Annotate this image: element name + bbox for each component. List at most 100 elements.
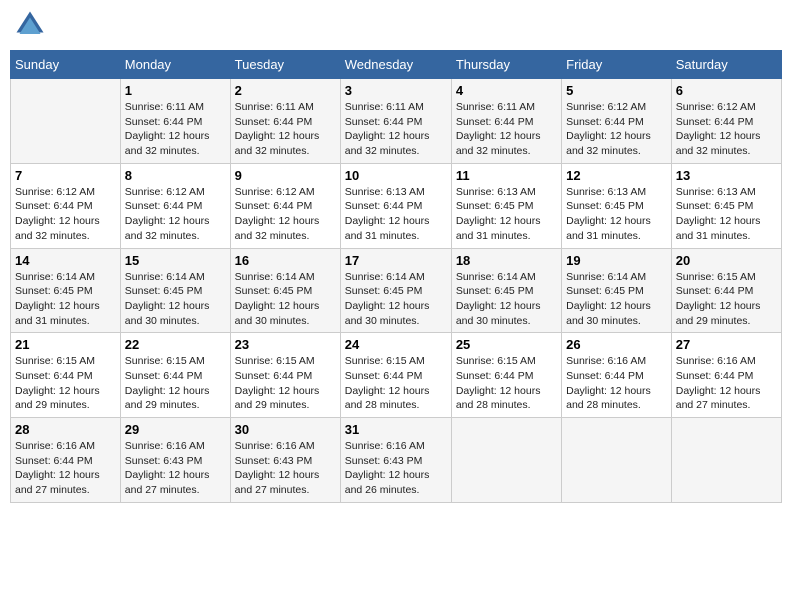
calendar-cell xyxy=(562,418,672,503)
calendar-cell: 6 Sunrise: 6:12 AMSunset: 6:44 PMDaylight… xyxy=(671,79,781,164)
day-info: Sunrise: 6:12 AMSunset: 6:44 PMDaylight:… xyxy=(235,185,336,244)
day-number: 14 xyxy=(15,253,116,268)
calendar-cell: 18 Sunrise: 6:14 AMSunset: 6:45 PMDayligh… xyxy=(451,248,561,333)
day-number: 6 xyxy=(676,83,777,98)
logo-icon xyxy=(15,10,45,40)
day-number: 15 xyxy=(125,253,226,268)
day-info: Sunrise: 6:15 AMSunset: 6:44 PMDaylight:… xyxy=(676,270,777,329)
calendar-cell: 1 Sunrise: 6:11 AMSunset: 6:44 PMDaylight… xyxy=(120,79,230,164)
calendar-cell: 9 Sunrise: 6:12 AMSunset: 6:44 PMDaylight… xyxy=(230,163,340,248)
day-info: Sunrise: 6:13 AMSunset: 6:45 PMDaylight:… xyxy=(566,185,667,244)
day-number: 16 xyxy=(235,253,336,268)
day-info: Sunrise: 6:15 AMSunset: 6:44 PMDaylight:… xyxy=(125,354,226,413)
day-info: Sunrise: 6:12 AMSunset: 6:44 PMDaylight:… xyxy=(566,100,667,159)
day-number: 25 xyxy=(456,337,557,352)
day-number: 17 xyxy=(345,253,447,268)
logo xyxy=(15,10,49,40)
calendar-cell: 16 Sunrise: 6:14 AMSunset: 6:45 PMDayligh… xyxy=(230,248,340,333)
day-number: 9 xyxy=(235,168,336,183)
day-number: 30 xyxy=(235,422,336,437)
day-info: Sunrise: 6:13 AMSunset: 6:44 PMDaylight:… xyxy=(345,185,447,244)
column-header-sunday: Sunday xyxy=(11,51,121,79)
calendar-cell xyxy=(11,79,121,164)
day-info: Sunrise: 6:16 AMSunset: 6:43 PMDaylight:… xyxy=(235,439,336,498)
calendar-cell: 4Sunrise: 6:11 AMSunset: 6:44 PMDaylight… xyxy=(451,79,561,164)
calendar-cell: 30 Sunrise: 6:16 AMSunset: 6:43 PMDayligh… xyxy=(230,418,340,503)
day-number: 8 xyxy=(125,168,226,183)
day-info: Sunrise: 6:16 AMSunset: 6:44 PMDaylight:… xyxy=(676,354,777,413)
day-number: 29 xyxy=(125,422,226,437)
day-info: Sunrise: 6:14 AMSunset: 6:45 PMDaylight:… xyxy=(125,270,226,329)
day-number: 1 xyxy=(125,83,226,98)
calendar-cell: 10 Sunrise: 6:13 AMSunset: 6:44 PMDayligh… xyxy=(340,163,451,248)
day-number: 13 xyxy=(676,168,777,183)
calendar-cell xyxy=(451,418,561,503)
calendar-cell: 27 Sunrise: 6:16 AMSunset: 6:44 PMDayligh… xyxy=(671,333,781,418)
calendar-week-row: 28Sunrise: 6:16 AMSunset: 6:44 PMDayligh… xyxy=(11,418,782,503)
day-info: Sunrise: 6:15 AMSunset: 6:44 PMDaylight:… xyxy=(15,354,116,413)
calendar-cell: 14 Sunrise: 6:14 AMSunset: 6:45 PMDayligh… xyxy=(11,248,121,333)
day-info: Sunrise: 6:14 AMSunset: 6:45 PMDaylight:… xyxy=(15,270,116,329)
day-number: 12 xyxy=(566,168,667,183)
calendar-cell: 22 Sunrise: 6:15 AMSunset: 6:44 PMDayligh… xyxy=(120,333,230,418)
day-number: 21 xyxy=(15,337,116,352)
day-number: 3 xyxy=(345,83,447,98)
day-info: Sunrise: 6:12 AMSunset: 6:44 PMDaylight:… xyxy=(15,185,116,244)
day-number: 11 xyxy=(456,168,557,183)
day-number: 4 xyxy=(456,83,557,98)
day-info: Sunrise: 6:16 AMSunset: 6:44 PMDaylight:… xyxy=(566,354,667,413)
calendar-cell: 17 Sunrise: 6:14 AMSunset: 6:45 PMDayligh… xyxy=(340,248,451,333)
calendar-cell: 11Sunrise: 6:13 AMSunset: 6:45 PMDayligh… xyxy=(451,163,561,248)
calendar-cell: 5 Sunrise: 6:12 AMSunset: 6:44 PMDaylight… xyxy=(562,79,672,164)
calendar-week-row: 1 Sunrise: 6:11 AMSunset: 6:44 PMDaylight… xyxy=(11,79,782,164)
page-header xyxy=(10,10,782,40)
calendar-cell: 23 Sunrise: 6:15 AMSunset: 6:44 PMDayligh… xyxy=(230,333,340,418)
column-header-monday: Monday xyxy=(120,51,230,79)
calendar-cell: 25 Sunrise: 6:15 AMSunset: 6:44 PMDayligh… xyxy=(451,333,561,418)
day-number: 23 xyxy=(235,337,336,352)
day-info: Sunrise: 6:16 AMSunset: 6:44 PMDaylight:… xyxy=(15,439,116,498)
calendar-cell: 24Sunrise: 6:15 AMSunset: 6:44 PMDayligh… xyxy=(340,333,451,418)
day-info: Sunrise: 6:15 AMSunset: 6:44 PMDaylight:… xyxy=(235,354,336,413)
day-number: 24 xyxy=(345,337,447,352)
day-number: 27 xyxy=(676,337,777,352)
calendar-cell: 2Sunrise: 6:11 AMSunset: 6:44 PMDaylight… xyxy=(230,79,340,164)
calendar-cell: 31Sunrise: 6:16 AMSunset: 6:43 PMDayligh… xyxy=(340,418,451,503)
day-info: Sunrise: 6:16 AMSunset: 6:43 PMDaylight:… xyxy=(125,439,226,498)
day-info: Sunrise: 6:14 AMSunset: 6:45 PMDaylight:… xyxy=(345,270,447,329)
day-number: 26 xyxy=(566,337,667,352)
day-info: Sunrise: 6:11 AMSunset: 6:44 PMDaylight:… xyxy=(235,100,336,159)
calendar-cell: 29 Sunrise: 6:16 AMSunset: 6:43 PMDayligh… xyxy=(120,418,230,503)
calendar-cell: 3 Sunrise: 6:11 AMSunset: 6:44 PMDaylight… xyxy=(340,79,451,164)
day-info: Sunrise: 6:15 AMSunset: 6:44 PMDaylight:… xyxy=(456,354,557,413)
day-number: 31 xyxy=(345,422,447,437)
calendar-table: SundayMondayTuesdayWednesdayThursdayFrid… xyxy=(10,50,782,503)
day-info: Sunrise: 6:12 AMSunset: 6:44 PMDaylight:… xyxy=(676,100,777,159)
column-header-friday: Friday xyxy=(562,51,672,79)
column-header-wednesday: Wednesday xyxy=(340,51,451,79)
calendar-cell: 19 Sunrise: 6:14 AMSunset: 6:45 PMDayligh… xyxy=(562,248,672,333)
day-info: Sunrise: 6:13 AMSunset: 6:45 PMDaylight:… xyxy=(676,185,777,244)
day-info: Sunrise: 6:11 AMSunset: 6:44 PMDaylight:… xyxy=(125,100,226,159)
column-header-saturday: Saturday xyxy=(671,51,781,79)
calendar-cell: 15 Sunrise: 6:14 AMSunset: 6:45 PMDayligh… xyxy=(120,248,230,333)
day-info: Sunrise: 6:14 AMSunset: 6:45 PMDaylight:… xyxy=(235,270,336,329)
day-number: 10 xyxy=(345,168,447,183)
day-number: 18 xyxy=(456,253,557,268)
day-info: Sunrise: 6:14 AMSunset: 6:45 PMDaylight:… xyxy=(456,270,557,329)
day-number: 7 xyxy=(15,168,116,183)
day-info: Sunrise: 6:14 AMSunset: 6:45 PMDaylight:… xyxy=(566,270,667,329)
day-number: 19 xyxy=(566,253,667,268)
calendar-cell: 13 Sunrise: 6:13 AMSunset: 6:45 PMDayligh… xyxy=(671,163,781,248)
calendar-cell: 12 Sunrise: 6:13 AMSunset: 6:45 PMDayligh… xyxy=(562,163,672,248)
column-header-tuesday: Tuesday xyxy=(230,51,340,79)
day-number: 22 xyxy=(125,337,226,352)
day-info: Sunrise: 6:11 AMSunset: 6:44 PMDaylight:… xyxy=(345,100,447,159)
day-number: 5 xyxy=(566,83,667,98)
column-header-thursday: Thursday xyxy=(451,51,561,79)
calendar-cell: 28Sunrise: 6:16 AMSunset: 6:44 PMDayligh… xyxy=(11,418,121,503)
day-number: 20 xyxy=(676,253,777,268)
calendar-header-row: SundayMondayTuesdayWednesdayThursdayFrid… xyxy=(11,51,782,79)
calendar-week-row: 14 Sunrise: 6:14 AMSunset: 6:45 PMDayligh… xyxy=(11,248,782,333)
calendar-cell: 8Sunrise: 6:12 AMSunset: 6:44 PMDaylight… xyxy=(120,163,230,248)
